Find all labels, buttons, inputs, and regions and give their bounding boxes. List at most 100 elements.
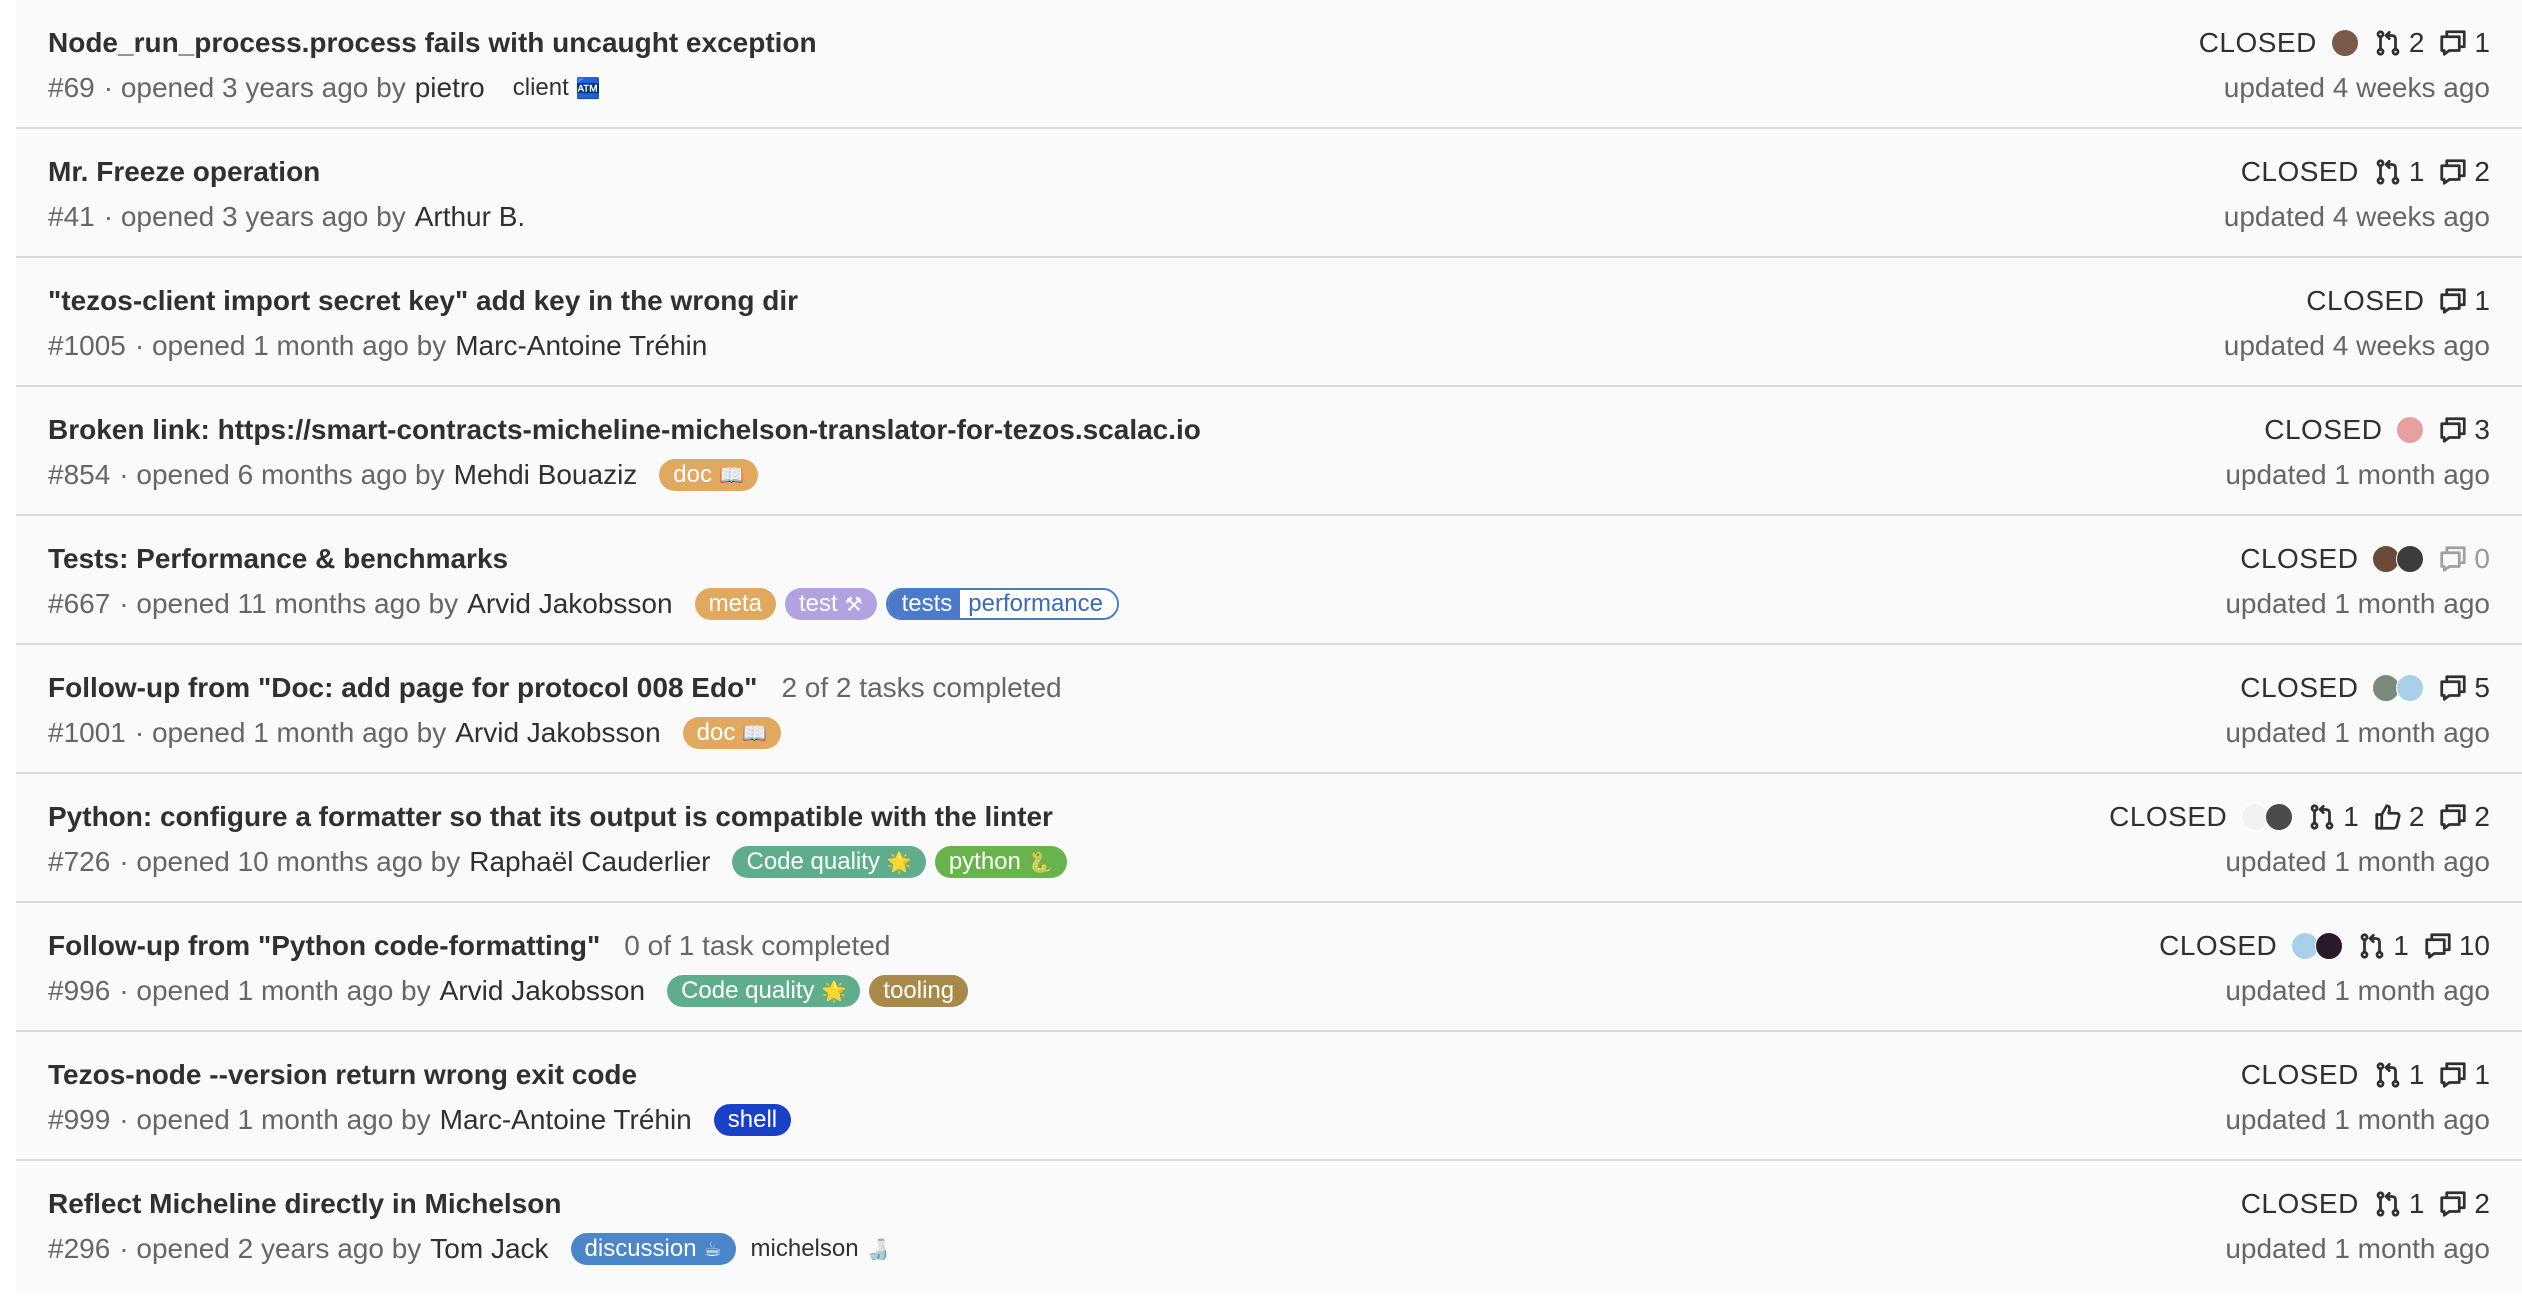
issue-updated: updated 4 weeks ago — [2223, 330, 2490, 361]
issue-updated: updated 1 month ago — [2225, 975, 2490, 1006]
issue-opened: · opened 2 years ago by — [119, 1233, 422, 1264]
comments-count[interactable]: 1 — [2438, 27, 2490, 59]
label-python[interactable]: python 🐍 — [934, 846, 1067, 878]
issue-title[interactable]: Tezos-node --version return wrong exit c… — [48, 1059, 637, 1091]
label-emoji: ☕ — [703, 1238, 722, 1261]
comments-icon — [2440, 1062, 2467, 1088]
avatar[interactable] — [2396, 674, 2425, 702]
issue-author[interactable]: Mehdi Bouaziz — [454, 459, 638, 491]
issue-number: #69 — [48, 72, 95, 103]
label-list: doc 📖 — [682, 717, 782, 749]
issue-author[interactable]: Raphaël Cauderlier — [469, 846, 710, 878]
comments-count[interactable]: 1 — [2438, 1059, 2490, 1091]
issue-opened: · opened 10 months ago by — [119, 846, 461, 877]
issue-row: Python: configure a formatter so that it… — [16, 774, 2522, 903]
avatar[interactable] — [2265, 803, 2294, 831]
merge-request-icon — [2376, 159, 2400, 185]
issue-author[interactable]: Arvid Jakobsson — [467, 588, 672, 620]
issue-opened: · opened 1 month ago by — [134, 330, 447, 361]
label-shell[interactable]: shell — [713, 1104, 792, 1136]
merge-request-icon — [2310, 804, 2334, 830]
issue-row: Node_run_process.process fails with unca… — [16, 0, 2522, 129]
label-text: Code quality — [746, 848, 880, 875]
comments-count[interactable]: 2 — [2438, 801, 2490, 833]
issue-number: #996 — [48, 975, 111, 1006]
label-meta[interactable]: meta — [694, 588, 776, 620]
label-text: python — [948, 848, 1021, 875]
assignee-avatars — [2241, 803, 2294, 831]
label-text: discussion — [584, 1235, 697, 1262]
issue-row: Tezos-node --version return wrong exit c… — [16, 1032, 2522, 1161]
label-client[interactable]: client 🏧 — [507, 72, 607, 104]
issue-title[interactable]: Python: configure a formatter so that it… — [48, 801, 1053, 833]
comments-count[interactable]: 2 — [2438, 1188, 2490, 1220]
issue-number: #667 — [48, 588, 111, 619]
issue-title[interactable]: Follow-up from "Doc: add page for protoc… — [48, 672, 757, 704]
issue-row: "tezos-client import secret key" add key… — [16, 258, 2522, 387]
comments-count[interactable]: 3 — [2438, 414, 2490, 446]
avatar[interactable] — [2330, 29, 2359, 57]
avatar[interactable] — [2396, 545, 2425, 573]
label-michelson[interactable]: michelson 🍶 — [745, 1233, 897, 1265]
issue-author[interactable]: Marc-Antoine Tréhin — [440, 1104, 692, 1136]
comments-count[interactable]: 10 — [2423, 930, 2490, 962]
issue-title[interactable]: Node_run_process.process fails with unca… — [48, 27, 817, 59]
task-status: 2 of 2 tasks completed — [781, 672, 1062, 703]
issue-number: #999 — [48, 1104, 111, 1135]
issue-title[interactable]: Follow-up from "Python code-formatting" — [48, 930, 600, 962]
merge-request-icon — [2376, 1062, 2400, 1088]
comments-count[interactable]: 0 — [2438, 543, 2490, 575]
issue-author[interactable]: Arvid Jakobsson — [455, 717, 660, 749]
issue-updated: updated 1 month ago — [2225, 1104, 2490, 1135]
avatar[interactable] — [2315, 932, 2344, 960]
label-emoji: 🍶 — [865, 1238, 891, 1261]
status-badge: CLOSED — [2240, 672, 2359, 703]
issue-updated: updated 4 weeks ago — [2223, 201, 2490, 232]
label-code-quality[interactable]: Code quality 🌟 — [667, 975, 861, 1007]
label-text: Code quality — [681, 977, 815, 1004]
label-tests-performance[interactable]: tests performance — [885, 588, 1119, 620]
merge-requests-count: 1 — [2357, 930, 2409, 962]
issue-row: Broken link: https://smart-contracts-mic… — [16, 387, 2522, 516]
label-code-quality[interactable]: Code quality 🌟 — [732, 846, 926, 878]
issue-opened: · opened 3 years ago by — [103, 72, 406, 103]
avatar[interactable] — [2396, 416, 2425, 444]
comments-count[interactable]: 1 — [2438, 285, 2490, 317]
label-emoji: ⚒ — [844, 593, 863, 616]
issue-title[interactable]: Broken link: https://smart-contracts-mic… — [48, 414, 1201, 446]
label-list: doc 📖 — [659, 459, 758, 491]
assignee-avatars — [2372, 545, 2425, 573]
issue-updated: updated 1 month ago — [2225, 717, 2490, 748]
label-discussion[interactable]: discussion ☕ — [570, 1233, 736, 1265]
label-text: tooling — [883, 977, 955, 1004]
issue-title[interactable]: Reflect Micheline directly in Michelson — [48, 1188, 561, 1220]
status-badge: CLOSED — [2240, 543, 2359, 574]
issue-author[interactable]: Marc-Antoine Tréhin — [455, 330, 707, 362]
label-doc[interactable]: doc 📖 — [659, 459, 758, 491]
label-tooling[interactable]: tooling — [869, 975, 969, 1007]
label-text: test — [798, 590, 838, 617]
issue-number: #296 — [48, 1233, 111, 1264]
issue-opened: · opened 1 month ago by — [134, 717, 447, 748]
label-text: meta — [708, 590, 762, 617]
issue-title[interactable]: Tests: Performance & benchmarks — [48, 543, 508, 575]
issue-opened: · opened 1 month ago by — [119, 975, 431, 1006]
issue-title[interactable]: "tezos-client import secret key" add key… — [48, 285, 798, 317]
issue-updated: updated 1 month ago — [2225, 1233, 2490, 1264]
label-doc[interactable]: doc 📖 — [682, 717, 782, 749]
label-test[interactable]: test ⚒ — [784, 588, 877, 620]
label-text: doc — [673, 461, 712, 488]
label-emoji: 🏧 — [575, 77, 601, 100]
issue-author[interactable]: Tom Jack — [430, 1233, 548, 1265]
status-badge: CLOSED — [2109, 801, 2228, 832]
issue-author[interactable]: pietro — [415, 72, 485, 104]
issue-author[interactable]: Arthur B. — [415, 201, 525, 233]
comments-count[interactable]: 5 — [2438, 672, 2490, 704]
comments-count[interactable]: 2 — [2438, 156, 2490, 188]
status-badge: CLOSED — [2198, 27, 2317, 58]
label-emoji: 📖 — [742, 722, 768, 745]
issue-author[interactable]: Arvid Jakobsson — [440, 975, 645, 1007]
issue-title[interactable]: Mr. Freeze operation — [48, 156, 320, 188]
merge-request-icon — [2376, 30, 2400, 56]
merge-requests-count: 1 — [2307, 801, 2359, 833]
